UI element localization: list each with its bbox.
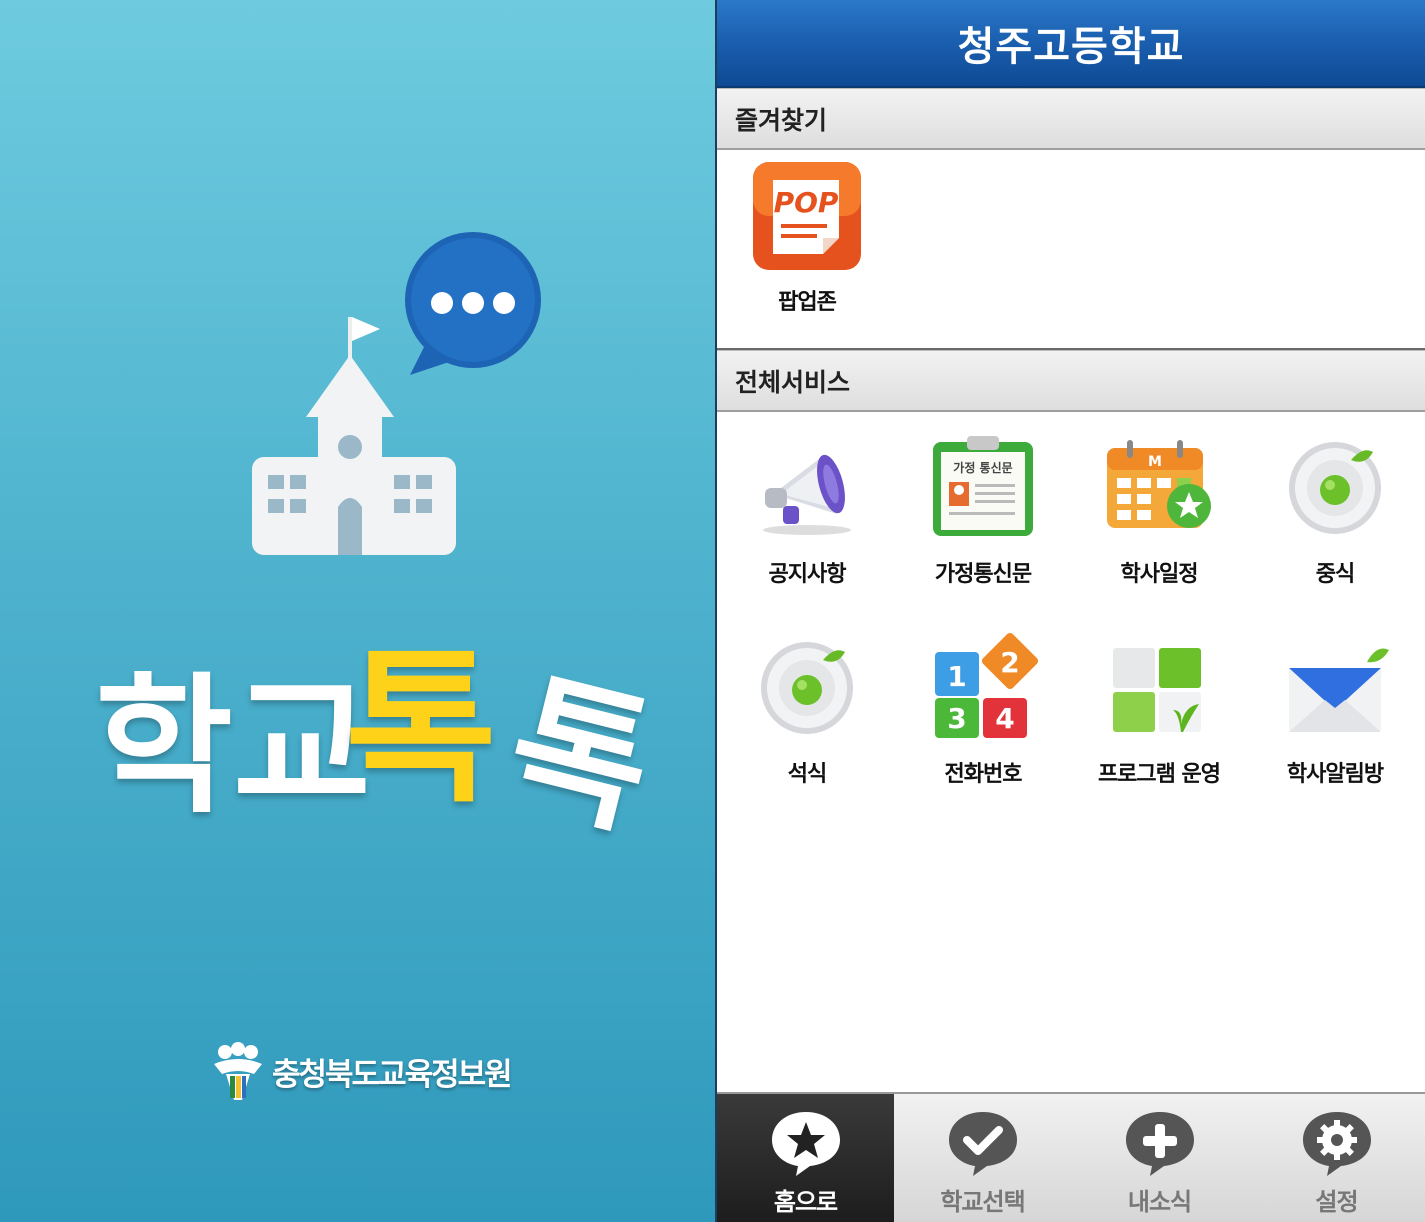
nav-tab-label: 내소식 xyxy=(1127,1188,1192,1216)
favorites-section-header: 즐겨찾기 xyxy=(717,88,1425,150)
org-name: 충청북도교육정보원 xyxy=(272,1056,513,1093)
nav-tab-label: 홈으로 xyxy=(773,1188,838,1216)
pop-icon-text: POP xyxy=(774,186,839,219)
service-item-label: 전화번호 xyxy=(944,762,1023,787)
number-blocks-icon: 1 2 3 4 xyxy=(935,632,1039,738)
plus-icon xyxy=(1125,1112,1194,1176)
service-item-label: 학사알림방 xyxy=(1286,762,1384,787)
clipboard-icon: 가정 통신문 xyxy=(933,436,1033,536)
program-blocks-icon xyxy=(1113,648,1201,732)
clipboard-icon-text: 가정 통신문 xyxy=(953,460,1012,475)
service-item-academic-notice-room[interactable]: 학사알림방 xyxy=(1247,632,1423,788)
favorite-item-label: 팝업존 xyxy=(778,290,837,315)
org-emblem-icon xyxy=(214,1042,262,1100)
service-item-notice[interactable]: 공지사항 xyxy=(719,432,895,588)
number-block-1: 1 xyxy=(947,660,966,693)
school-chat-logo-icon xyxy=(252,232,541,555)
org-logo: 충청북도교육정보원 xyxy=(208,1040,513,1102)
service-item-label: 석식 xyxy=(787,762,827,787)
nav-tab-settings[interactable]: 설정 xyxy=(1248,1094,1425,1222)
service-item-label: 가정통신문 xyxy=(934,562,1032,587)
service-item-newsletter[interactable]: 가정 통신문 가정통신문 xyxy=(895,432,1071,588)
number-block-3: 3 xyxy=(947,702,966,735)
service-item-label: 공지사항 xyxy=(768,562,847,587)
app-header: 청주고등학교 xyxy=(717,0,1425,88)
service-item-label: 학사일정 xyxy=(1120,562,1199,587)
service-item-academic-schedule[interactable]: M 학사일정 xyxy=(1071,432,1247,588)
lunch-plate-icon xyxy=(1289,442,1381,534)
splash-screen: 학교 톡 톡 충청북도교육정보원 xyxy=(0,0,715,1222)
app-screen: 청주고등학교 즐겨찾기 POP 팝업존 전체서비스 공지사항 가정 통신문 가정… xyxy=(717,0,1425,1222)
number-block-4: 4 xyxy=(995,702,1014,735)
page-title: 청주고등학교 xyxy=(957,24,1185,70)
number-block-2: 2 xyxy=(1000,646,1019,679)
app-title-part3: 톡 xyxy=(492,655,669,858)
nav-tab-school-select[interactable]: 학교선택 xyxy=(894,1094,1071,1222)
service-item-lunch[interactable]: 중식 xyxy=(1247,432,1423,588)
nav-tab-home[interactable]: 홈으로 xyxy=(717,1094,894,1222)
favorites-area: POP 팝업존 xyxy=(717,150,1425,350)
app-title: 학교 톡 톡 xyxy=(95,595,668,858)
dinner-plate-icon xyxy=(761,642,853,734)
services-section-header: 전체서비스 xyxy=(717,350,1425,412)
bottom-nav: 홈으로 학교선택 내소식 설정 xyxy=(717,1092,1425,1222)
pop-icon: POP xyxy=(753,162,861,270)
nav-tab-my-news[interactable]: 내소식 xyxy=(1071,1094,1248,1222)
envelope-icon xyxy=(1289,648,1389,732)
app-title-part1: 학교 xyxy=(95,660,372,834)
speech-bubble-icon xyxy=(405,232,541,375)
nav-tab-label: 학교선택 xyxy=(940,1188,1025,1216)
service-item-dinner[interactable]: 석식 xyxy=(719,632,895,788)
gear-icon xyxy=(1302,1112,1371,1176)
app-title-part2: 톡 xyxy=(345,633,497,825)
service-item-program[interactable]: 프로그램 운영 xyxy=(1071,632,1247,788)
services-grid: 공지사항 가정 통신문 가정통신문 M 학사일정 중식 석식 1 2 3 4 전… xyxy=(717,412,1425,1092)
star-icon xyxy=(771,1112,840,1176)
service-item-label: 중식 xyxy=(1315,562,1355,587)
favorite-item-popup-zone[interactable]: POP 팝업존 xyxy=(719,160,895,316)
calendar-icon: M xyxy=(1107,440,1211,528)
service-item-phone-numbers[interactable]: 1 2 3 4 전화번호 xyxy=(895,632,1071,788)
check-icon xyxy=(948,1112,1017,1176)
service-item-label: 프로그램 운영 xyxy=(1097,762,1221,787)
calendar-icon-text: M xyxy=(1148,454,1162,470)
megaphone-icon xyxy=(763,454,851,535)
nav-tab-label: 설정 xyxy=(1315,1188,1358,1216)
